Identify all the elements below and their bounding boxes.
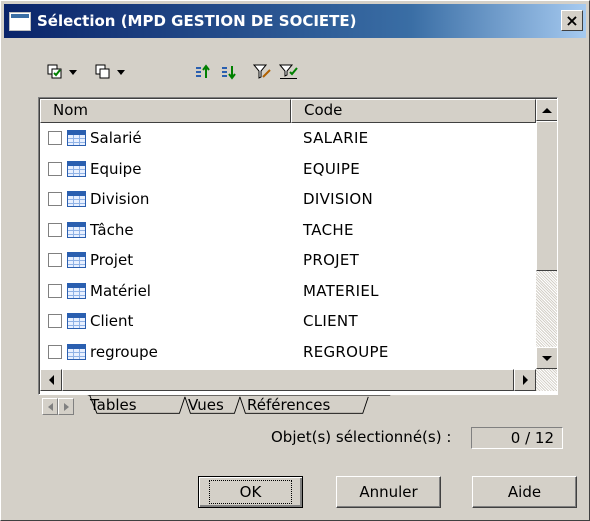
row-code: DIVISION <box>303 190 374 209</box>
row-checkbox[interactable] <box>48 283 62 298</box>
row-name: Tâche <box>90 220 134 239</box>
row-checkbox[interactable] <box>48 161 62 176</box>
tab-tables[interactable]: Tables <box>90 395 137 417</box>
deselect-all-icon <box>95 64 110 79</box>
table-icon <box>67 191 86 208</box>
table-icon <box>67 130 86 147</box>
title-bar[interactable]: Sélection (MPD GESTION DE SOCIETE) × <box>4 4 586 38</box>
row-name: Matériel <box>90 281 151 300</box>
row-name: regroupe <box>90 342 158 361</box>
select-all-icon <box>47 64 62 79</box>
row-name: Client <box>90 312 134 331</box>
vertical-scrollbar[interactable] <box>536 99 557 369</box>
filter-selection-button[interactable] <box>279 57 299 87</box>
scroll-right-button[interactable] <box>514 369 536 391</box>
row-checkbox[interactable] <box>48 314 62 329</box>
row-code: REGROUPE <box>303 342 389 361</box>
row-name: Division <box>90 190 150 209</box>
list-item[interactable]: Client CLIENT <box>40 306 536 337</box>
ok-button-label: OK <box>208 480 293 504</box>
tab-vues[interactable]: Vues <box>188 395 224 417</box>
row-name: Salarié <box>90 129 142 148</box>
selected-count-label: Objet(s) sélectionné(s) : <box>271 428 452 446</box>
row-code: TACHE <box>303 220 354 239</box>
list-item[interactable]: Salarié SALARIE <box>40 123 536 154</box>
table-icon <box>67 282 86 299</box>
table-icon <box>67 221 86 238</box>
help-button[interactable]: Aide <box>472 476 577 508</box>
filter-button[interactable] <box>253 57 271 87</box>
filter-selection-icon <box>279 64 298 79</box>
tab-scroll-left-button[interactable] <box>42 398 58 415</box>
column-header-nom[interactable]: Nom <box>40 99 291 123</box>
row-checkbox[interactable] <box>48 253 62 268</box>
horizontal-scroll-thumb[interactable] <box>62 369 514 391</box>
table-icon <box>67 313 86 330</box>
vertical-scroll-thumb[interactable] <box>536 121 557 271</box>
list-item[interactable]: Matériel MATERIEL <box>40 276 536 307</box>
selection-dialog: Sélection (MPD GESTION DE SOCIETE) × Nom… <box>0 0 590 521</box>
tab-scroll-right-button[interactable] <box>58 398 74 415</box>
selected-count-value: 0 / 12 <box>471 427 563 449</box>
row-checkbox[interactable] <box>48 344 62 359</box>
cancel-button[interactable]: Annuler <box>336 476 441 508</box>
row-code: CLIENT <box>303 312 358 331</box>
table-icon <box>67 343 86 360</box>
horizontal-scrollbar[interactable] <box>40 369 557 391</box>
row-checkbox[interactable] <box>48 192 62 207</box>
tab-references[interactable]: Références <box>247 395 330 417</box>
column-header-code[interactable]: Code <box>291 99 536 123</box>
list-item[interactable]: Division DIVISION <box>40 184 536 215</box>
row-checkbox[interactable] <box>48 131 62 146</box>
row-code: MATERIEL <box>303 281 379 300</box>
scroll-up-button[interactable] <box>536 99 557 121</box>
row-code: PROJET <box>303 251 360 270</box>
list-rows: Salarié SALARIE Equipe EQUIPE Division D… <box>40 123 536 369</box>
row-name: Projet <box>90 251 134 270</box>
window-title: Sélection (MPD GESTION DE SOCIETE) <box>37 12 357 30</box>
row-code: SALARIE <box>303 129 369 148</box>
table-icon <box>67 160 86 177</box>
scroll-down-button[interactable] <box>536 347 557 369</box>
list-item[interactable]: regroupe REGROUPE <box>40 337 536 368</box>
close-button[interactable]: × <box>561 10 583 31</box>
deselect-all-dropdown[interactable] <box>95 57 125 87</box>
object-list[interactable]: Nom Code Salarié SALARIE Equipe EQUIPE D… <box>38 97 558 395</box>
move-to-top-icon <box>196 64 210 78</box>
ok-button[interactable]: OK <box>198 476 303 508</box>
cancel-button-label: Annuler <box>359 483 418 501</box>
table-icon <box>67 252 86 269</box>
select-all-dropdown[interactable] <box>47 57 77 87</box>
list-item[interactable]: Tâche TACHE <box>40 215 536 246</box>
move-to-bottom-icon <box>222 66 236 80</box>
list-item[interactable]: Equipe EQUIPE <box>40 154 536 185</box>
scroll-left-button[interactable] <box>40 369 62 391</box>
list-header: Nom Code <box>40 99 536 123</box>
tab-strip: Tables Vues Références <box>38 395 558 419</box>
help-button-label: Aide <box>507 483 542 501</box>
filter-icon <box>253 64 271 79</box>
row-checkbox[interactable] <box>48 222 62 237</box>
list-item[interactable]: Projet PROJET <box>40 245 536 276</box>
window-icon <box>9 11 31 31</box>
row-name: Equipe <box>90 159 142 178</box>
row-code: EQUIPE <box>303 159 361 178</box>
move-to-top-button[interactable] <box>195 57 211 87</box>
move-to-bottom-button[interactable] <box>221 57 237 87</box>
